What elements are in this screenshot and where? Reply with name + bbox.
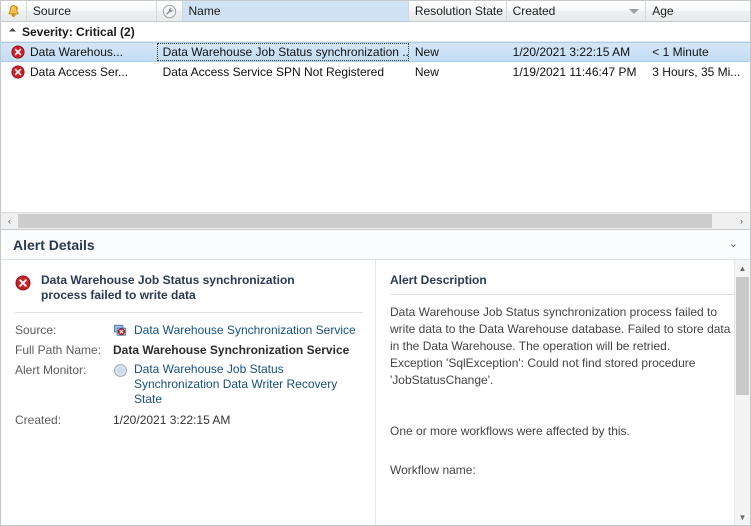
critical-error-icon [11,45,25,59]
group-row-severity-critical[interactable]: Severity: Critical (2) [1,22,750,42]
description-paragraph-4: Workflow name: [390,463,476,477]
column-header-age[interactable]: Age [646,1,750,21]
sort-descending-icon [629,8,640,14]
row-name-cell[interactable]: Data Warehouse Job Status synchronizatio… [156,43,409,61]
wrench-icon [162,4,176,18]
row-resolution-state-cell[interactable]: New [409,43,507,61]
field-created: Created: 1/20/2021 3:22:15 AM [15,412,363,429]
row-created-cell[interactable]: 1/19/2021 11:46:47 PM [507,62,647,82]
row-resolution-state-label: New [414,45,439,59]
page-title: Alert Details [13,236,95,253]
field-created-key: Created: [15,413,62,427]
details-vertical-scrollbar[interactable]: ▲ ▼ [734,260,750,525]
row-age-label: 3 Hours, 35 Mi... [652,65,741,79]
alerts-grid: Source Name Resolution State Created Age [0,0,751,229]
table-row[interactable]: Data Warehous... Data Warehouse Job Stat… [1,42,750,62]
critical-error-icon [11,65,25,79]
column-header-age-label: Age [652,4,674,18]
row-created-label: 1/19/2021 11:46:47 PM [512,65,637,79]
group-row-label: Severity: Critical (2) [22,24,135,39]
scroll-left-arrow-icon[interactable]: ‹ [1,213,18,229]
alert-description-body: Data Warehouse Job Status synchronizatio… [390,304,734,479]
critical-error-icon [15,275,31,291]
alert-details-left-column: Data Warehouse Job Status synchronizatio… [1,260,375,525]
row-name-cell[interactable]: Data Access Service SPN Not Registered [157,62,409,82]
row-name-label: Data Access Service SPN Not Registered [162,65,385,79]
monitor-circle-icon [114,364,127,377]
column-header-alert-icon[interactable] [1,1,27,21]
field-alert-monitor: Alert Monitor: Data Warehouse Job Status… [15,362,363,407]
alerts-view: Source Name Resolution State Created Age [0,0,751,526]
field-source: Source: Data Warehouse Synchronization S… [15,322,363,339]
description-paragraph-1: Data Warehouse Job Status synchronizatio… [390,305,731,353]
scroll-down-arrow-icon[interactable]: ▼ [735,509,750,525]
scroll-right-arrow-icon[interactable]: › [733,213,750,229]
alert-bell-icon [8,4,19,17]
alert-description-title: Alert Description [390,273,487,287]
grid-rows: Data Warehous... Data Warehouse Job Stat… [1,42,750,82]
column-header-resolution-state-label: Resolution State [414,4,503,18]
row-resolution-state-cell[interactable]: New [409,62,507,82]
group-expand-triangle-icon[interactable] [8,27,17,36]
column-header-created-label: Created [512,4,556,18]
alert-description-column: Alert Description Data Warehouse Job Sta… [376,260,750,525]
grid-column-header: Source Name Resolution State Created Age [1,1,750,22]
field-source-key: Source: [15,323,57,337]
scroll-up-arrow-icon[interactable]: ▲ [735,260,750,276]
computer-error-icon [113,324,127,336]
row-source-cell[interactable]: Data Warehous... [1,43,157,61]
row-age-label: < 1 Minute [652,45,709,59]
field-created-value: 1/20/2021 3:22:15 AM [113,413,231,427]
field-full-path-name-value: Data Warehouse Synchronization Service [113,343,350,357]
chevron-down-icon[interactable]: ⌄ [729,239,738,250]
table-row[interactable]: Data Access Ser... Data Access Service S… [1,62,750,82]
row-created-label: 1/20/2021 3:22:15 AM [512,45,631,59]
column-header-resolution-state[interactable]: Resolution State [409,1,507,21]
grid-horizontal-scrollbar[interactable]: ‹ › [1,212,750,229]
vertical-scroll-thumb[interactable] [736,277,749,395]
field-source-link[interactable]: Data Warehouse Synchronization Service [134,322,356,338]
description-paragraph-2: Exception 'SqlException': Could not find… [390,356,696,387]
field-alert-monitor-link[interactable]: Data Warehouse Job Status Synchronizatio… [134,362,363,407]
row-age-cell[interactable]: < 1 Minute [646,43,750,61]
alert-details-pane: Alert Details ⌄ Data Warehouse Job Statu… [0,229,751,526]
alert-title-row: Data Warehouse Job Status synchronizatio… [15,273,363,312]
row-source-label: Data Access Ser... [30,65,129,79]
column-header-name[interactable]: Name [182,1,409,21]
column-header-source[interactable]: Source [27,1,157,21]
horizontal-scroll-thumb[interactable] [18,214,712,228]
alert-field-list: Source: Data Warehouse Synchronization S… [15,322,363,432]
row-created-cell[interactable]: 1/20/2021 3:22:15 AM [507,43,647,61]
alert-details-body: Data Warehouse Job Status synchronizatio… [1,260,750,525]
description-paragraph-3: One or more workflows were affected by t… [390,424,630,438]
alert-title: Data Warehouse Job Status synchronizatio… [41,273,295,302]
horizontal-scroll-track[interactable] [18,213,733,229]
field-alert-monitor-value[interactable]: Data Warehouse Job Status Synchronizatio… [113,362,363,407]
row-resolution-state-label: New [414,65,439,79]
field-full-path-name-key: Full Path Name: [15,343,102,357]
column-header-name-label: Name [188,4,221,18]
divider [15,312,363,313]
column-header-wrench-icon[interactable] [157,1,183,21]
field-alert-monitor-key: Alert Monitor: [15,363,87,377]
row-source-cell[interactable]: Data Access Ser... [1,62,157,82]
row-source-label: Data Warehous... [30,45,123,59]
row-name-label: Data Warehouse Job Status synchronizatio… [162,45,409,59]
row-age-cell[interactable]: 3 Hours, 35 Mi... [646,62,750,82]
field-full-path-name: Full Path Name: Data Warehouse Synchroni… [15,342,363,359]
alert-details-header[interactable]: Alert Details ⌄ [1,230,750,260]
column-header-source-label: Source [32,4,71,18]
divider [390,294,734,295]
column-header-created[interactable]: Created [507,1,647,21]
field-source-value[interactable]: Data Warehouse Synchronization Service [113,322,356,338]
